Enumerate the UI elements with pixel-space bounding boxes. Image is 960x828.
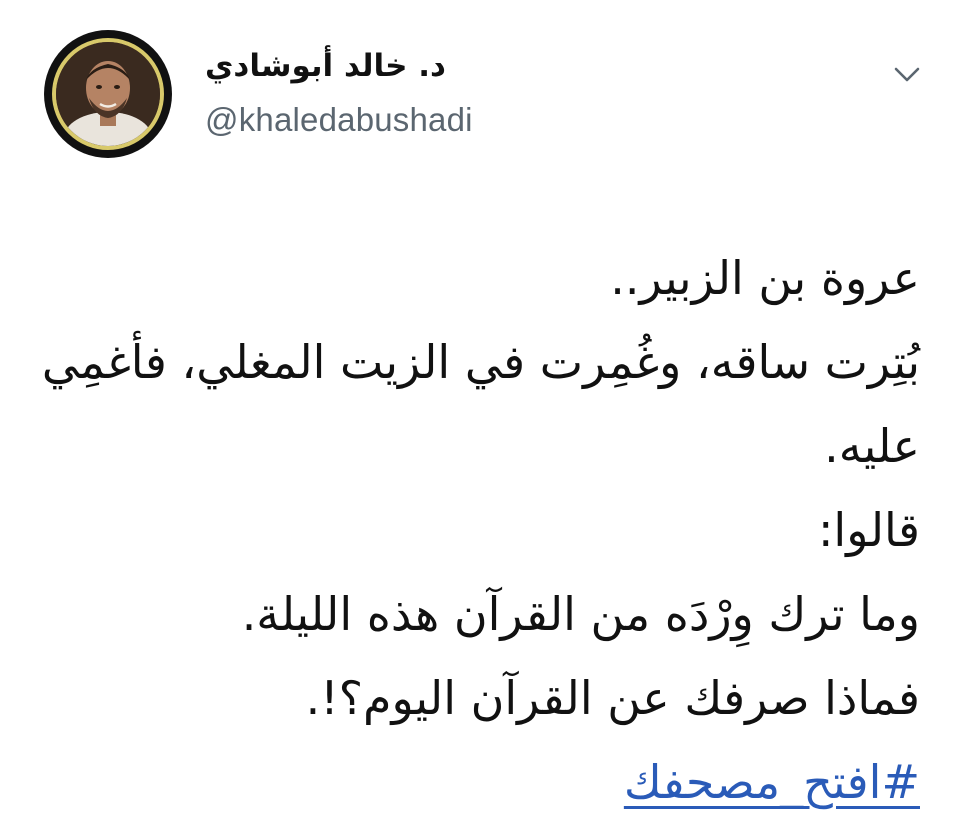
tweet-line: فماذا صرفك عن القرآن اليوم؟!.: [305, 671, 920, 725]
hashtag-line: #افتح_مصحفك: [40, 740, 920, 824]
avatar[interactable]: [44, 30, 172, 158]
tweet-line: عليه.: [824, 419, 920, 473]
author-name-container[interactable]: د. خالد أبوشادي: [205, 44, 535, 88]
tweet-text: عروة بن الزبير.. بُتِرت ساقه، وغُمِرت في…: [40, 236, 920, 824]
tweet-card: د. خالد أبوشادي @khaledabushadi عروة بن …: [0, 0, 960, 828]
author-handle[interactable]: @khaledabushadi: [205, 98, 473, 142]
chevron-down-icon[interactable]: [890, 60, 924, 88]
profile-photo-icon: [56, 42, 160, 146]
tweet-line: قالوا:: [817, 503, 920, 557]
hashtag-link[interactable]: #افتح_مصحفك: [624, 755, 920, 809]
avatar-ring: [52, 38, 164, 150]
tweet-line: بُتِرت ساقه، وغُمِرت في الزيت المغلي، فأ…: [41, 335, 920, 389]
tweet-line: عروة بن الزبير..: [610, 251, 920, 305]
author-display-name[interactable]: د. خالد أبوشادي: [205, 44, 446, 88]
tweet-line: وما ترك وِرْدَه من القرآن هذه الليلة.: [241, 587, 920, 641]
